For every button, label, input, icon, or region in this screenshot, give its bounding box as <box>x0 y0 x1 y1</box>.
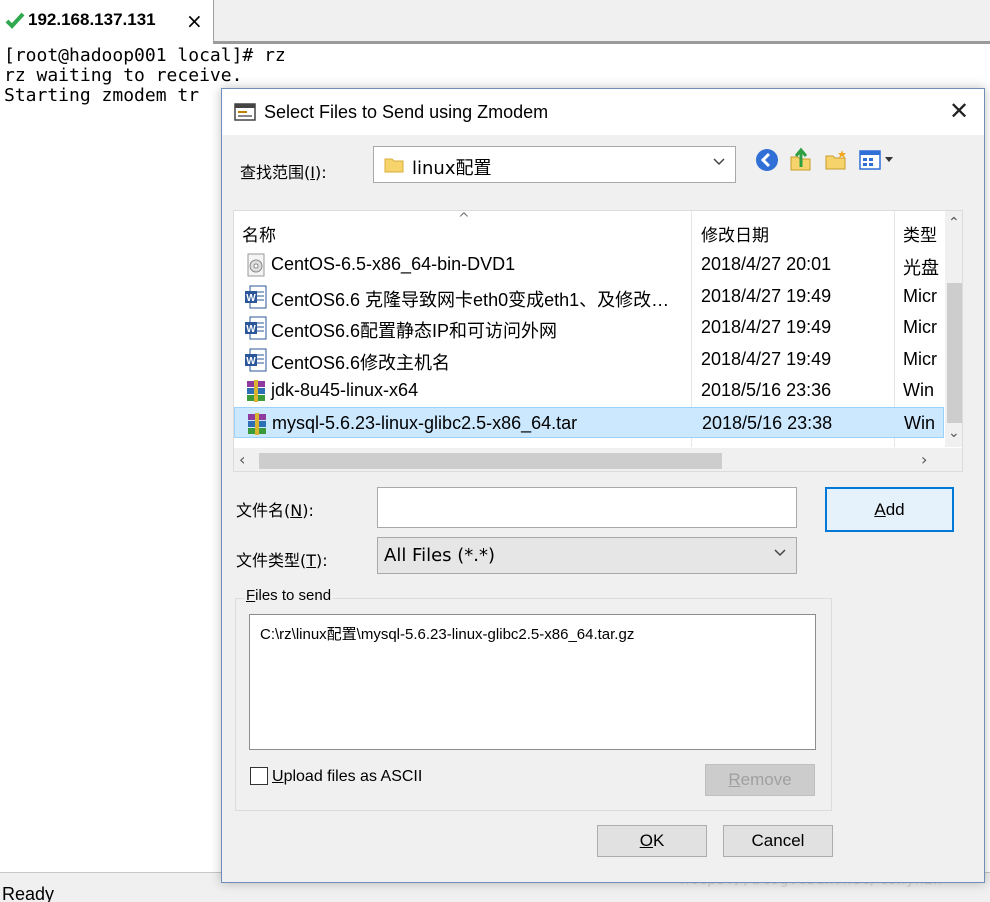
filename-input[interactable] <box>377 487 797 528</box>
scroll-left-icon[interactable]: ‹ <box>239 450 245 469</box>
upload-ascii-checkbox[interactable] <box>250 767 268 785</box>
word-doc-icon: W <box>244 316 268 340</box>
look-in-value: linux配置 <box>412 158 492 179</box>
upload-ascii-label[interactable]: Upload files as ASCII <box>272 768 422 786</box>
file-date: 2018/4/27 20:01 <box>701 254 832 274</box>
file-type: 光盘 <box>903 258 939 278</box>
column-name[interactable]: 名称 <box>242 221 276 246</box>
remove-button[interactable]: Remove <box>705 764 815 796</box>
file-row[interactable]: jdk-8u45-linux-x64 2018/5/16 23:36 Win <box>234 375 944 406</box>
file-type: Micr <box>903 348 937 369</box>
file-date: 2018/5/16 23:38 <box>702 412 833 433</box>
new-folder-icon[interactable] <box>823 147 849 173</box>
zmodem-send-dialog: Select Files to Send using Zmodem ✕ 查找范围… <box>221 88 985 883</box>
files-to-send-list[interactable]: C:\rz\linux配置\mysql-5.6.23-linux-glibc2.… <box>249 614 816 750</box>
file-name: CentOS6.6修改主机名 <box>271 352 451 373</box>
look-in-dropdown[interactable]: linux配置 <box>373 146 736 183</box>
status-text: Ready <box>2 884 55 902</box>
tab-title: 192.168.137.131 <box>28 10 156 29</box>
add-button[interactable]: Add <box>825 487 954 532</box>
file-list[interactable]: ^ 名称 修改日期 类型 CentOS-6.5-x86_64-bin-DVD1 2… <box>233 210 963 472</box>
scroll-down-icon[interactable]: ⌄ <box>948 425 960 441</box>
folder-icon <box>384 158 404 173</box>
column-date[interactable]: 修改日期 <box>701 221 769 246</box>
file-list-header: ^ 名称 修改日期 类型 <box>234 211 944 249</box>
file-date: 2018/4/27 19:49 <box>701 348 832 369</box>
app-icon <box>234 103 256 121</box>
file-row[interactable]: W CentOS6.6配置静态IP和可访问外网 2018/4/27 19:49 Mic… <box>234 312 944 343</box>
svg-text:W: W <box>246 356 256 367</box>
terminal-line: rz waiting to receive. <box>4 65 243 86</box>
filetype-value: All Files (*.*) <box>384 545 496 566</box>
dialog-title: Select Files to Send using Zmodem <box>264 102 549 122</box>
column-type[interactable]: 类型 <box>903 221 937 246</box>
file-name: CentOS-6.5-x86_64-bin-DVD1 <box>271 254 516 274</box>
filename-label: 文件名(N): <box>236 501 314 520</box>
session-tab[interactable]: 192.168.137.131 × <box>0 0 214 44</box>
horizontal-scrollbar[interactable]: ‹ › <box>234 448 962 471</box>
file-type: Micr <box>903 317 937 337</box>
list-item[interactable]: C:\rz\linux配置\mysql-5.6.23-linux-glibc2.… <box>260 623 634 644</box>
look-in-label: 查找范围(I): <box>240 163 327 182</box>
files-to-send-label: Files to send <box>244 587 334 604</box>
file-row[interactable]: W CentOS6.6 克隆导致网卡eth0变成eth1、及修改… 2018/4/2… <box>234 281 944 312</box>
sort-ascending-icon: ^ <box>458 211 470 227</box>
file-name: jdk-8u45-linux-x64 <box>271 380 419 400</box>
ok-button[interactable]: OK <box>597 825 707 857</box>
dialog-titlebar[interactable]: Select Files to Send using Zmodem ✕ <box>222 89 984 135</box>
scroll-up-icon[interactable]: ⌃ <box>948 215 960 231</box>
back-icon[interactable] <box>754 147 780 173</box>
file-row[interactable]: W CentOS6.6修改主机名 2018/4/27 19:49 Micr <box>234 344 944 375</box>
file-type: Win <box>904 412 935 433</box>
view-menu-icon[interactable] <box>858 147 898 173</box>
scroll-thumb[interactable] <box>947 283 962 423</box>
file-name: CentOS6.6配置静态IP和可访问外网 <box>271 321 558 341</box>
file-name: CentOS6.6 克隆导致网卡eth0变成eth1、及修改… <box>271 289 670 310</box>
filetype-label: 文件类型(T): <box>236 551 328 570</box>
svg-text:W: W <box>246 324 256 335</box>
winrar-archive-icon <box>245 412 269 436</box>
winrar-archive-icon <box>244 379 268 403</box>
vertical-scrollbar[interactable]: ⌃ ⌄ <box>945 211 962 447</box>
scroll-right-icon[interactable]: › <box>921 450 927 469</box>
file-type: Win <box>903 380 934 400</box>
cancel-button[interactable]: Cancel <box>723 825 833 857</box>
file-date: 2018/4/27 19:49 <box>701 285 832 306</box>
word-doc-icon: W <box>244 285 268 309</box>
file-date: 2018/5/16 23:36 <box>701 380 832 400</box>
file-row[interactable]: mysql-5.6.23-linux-glibc2.5-x86_64.tar 20… <box>234 406 944 438</box>
file-row[interactable]: CentOS-6.5-x86_64-bin-DVD1 2018/4/27 20:0… <box>234 249 944 280</box>
connected-check-icon <box>5 12 25 29</box>
tab-close-icon[interactable]: × <box>186 9 203 33</box>
svg-text:W: W <box>246 293 256 304</box>
dialog-close-icon[interactable]: ✕ <box>934 89 984 135</box>
word-doc-icon: W <box>244 348 268 372</box>
up-folder-icon[interactable] <box>788 147 814 173</box>
filetype-dropdown[interactable]: All Files (*.*) <box>377 537 797 574</box>
disc-image-icon <box>244 253 268 277</box>
terminal-line: [root@hadoop001 local]# rz <box>4 45 286 66</box>
chevron-down-icon <box>713 158 725 166</box>
chevron-down-icon <box>774 549 786 557</box>
scroll-thumb[interactable] <box>259 453 722 469</box>
file-name: mysql-5.6.23-linux-glibc2.5-x86_64.tar <box>272 412 578 433</box>
file-date: 2018/4/27 19:49 <box>701 317 832 337</box>
tab-bar: 192.168.137.131 × <box>0 0 990 44</box>
file-type: Micr <box>903 285 937 306</box>
